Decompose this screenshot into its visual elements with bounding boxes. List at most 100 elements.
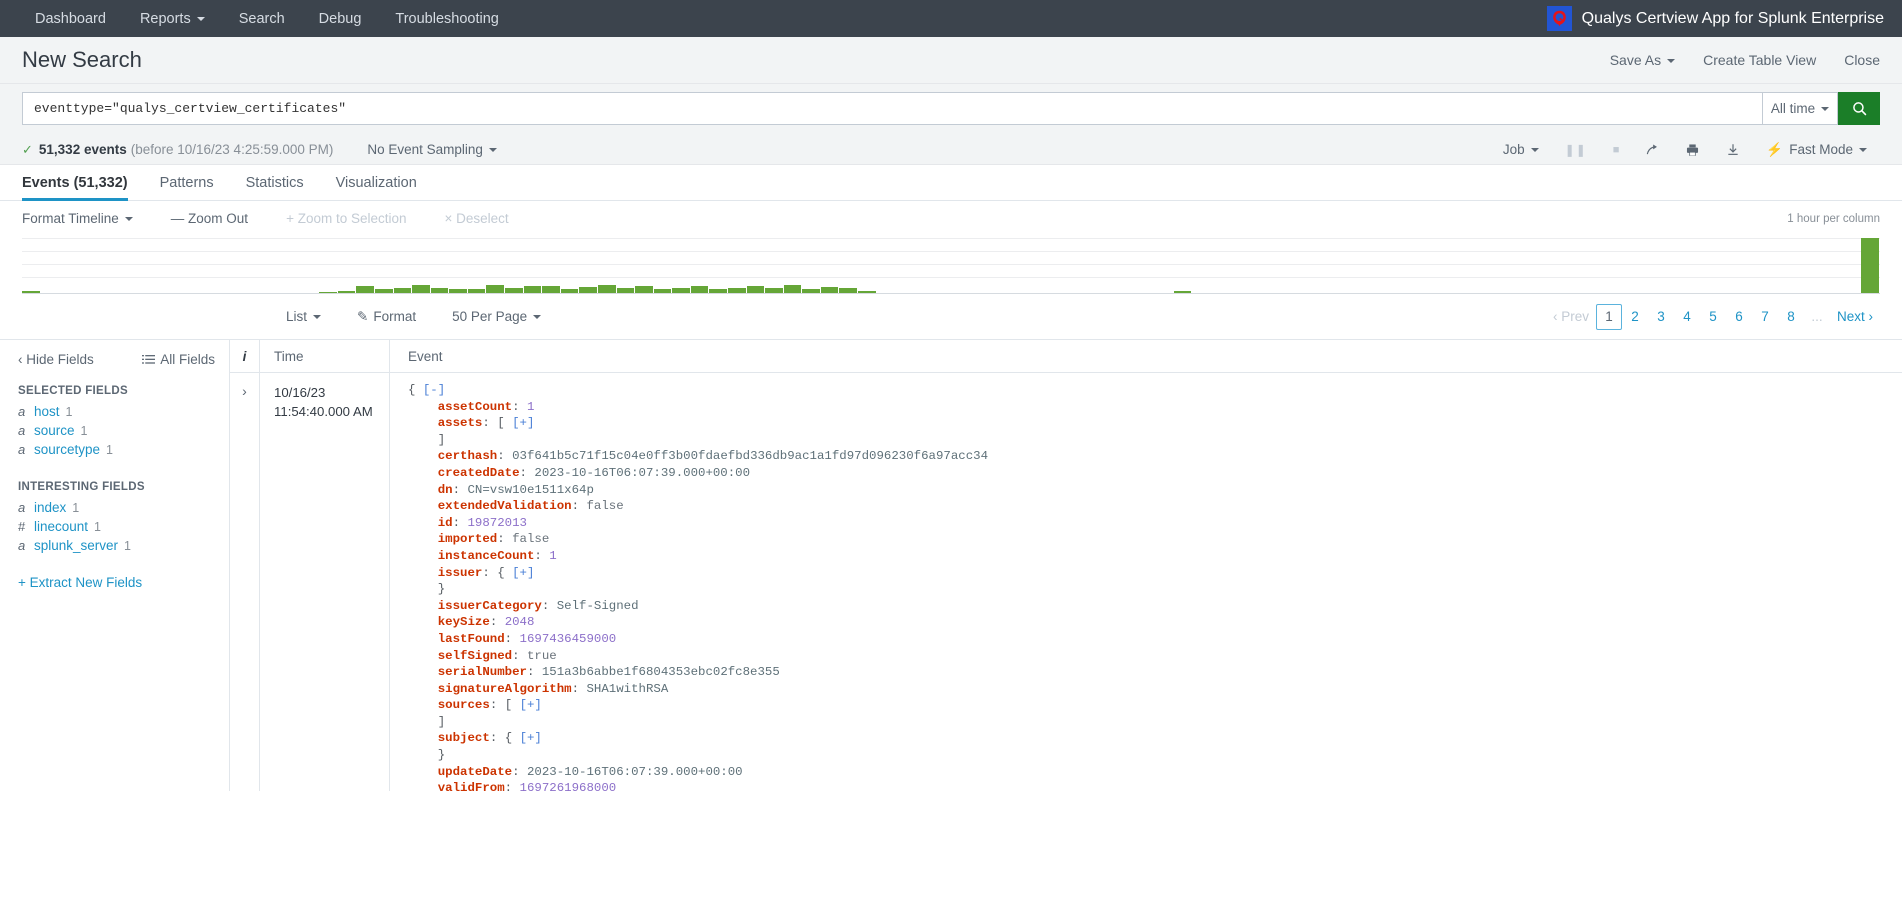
print-button[interactable] — [1672, 143, 1713, 157]
pagination-page-6[interactable]: 6 — [1726, 304, 1752, 330]
header-actions: Save As Create Table View Close — [1610, 52, 1880, 68]
nav-item-debug[interactable]: Debug — [302, 0, 379, 37]
stop-button[interactable]: ■ — [1600, 144, 1633, 156]
event-sampling-dropdown[interactable]: No Event Sampling — [367, 142, 497, 157]
timeline-bar[interactable] — [486, 285, 504, 293]
selected-field-sourcetype[interactable]: asourcetype1 — [0, 440, 229, 459]
time-range-picker[interactable]: All time — [1762, 92, 1838, 125]
json-expand-toggle[interactable]: [+] — [512, 416, 534, 430]
timeline-bar[interactable] — [802, 289, 820, 293]
timeline-bar[interactable] — [22, 291, 40, 293]
timeline-bar[interactable] — [617, 288, 635, 293]
timeline-bar[interactable] — [784, 285, 802, 293]
all-fields-button[interactable]: All Fields — [142, 352, 215, 367]
share-button[interactable] — [1632, 143, 1672, 157]
pencil-icon: ✎ — [357, 309, 368, 324]
timeline-bar[interactable] — [821, 287, 839, 293]
pagination-page-4[interactable]: 4 — [1674, 304, 1700, 330]
timeline-bar[interactable] — [468, 289, 486, 293]
pagination-ellipsis[interactable]: ... — [1804, 304, 1830, 330]
timeline-bar[interactable] — [765, 288, 783, 293]
json-key: signatureAlgorithm — [438, 682, 572, 696]
timeline-bar[interactable] — [709, 289, 727, 293]
pagination-page-5[interactable]: 5 — [1700, 304, 1726, 330]
json-line: sources: [ [+] — [408, 697, 1902, 714]
pagination-prev[interactable]: ‹ Prev — [1546, 304, 1596, 330]
timeline-bar[interactable] — [1861, 238, 1879, 293]
export-button[interactable] — [1713, 142, 1753, 157]
create-table-view-button[interactable]: Create Table View — [1703, 52, 1816, 68]
pause-button[interactable]: ❚❚ — [1552, 143, 1600, 157]
timeline-bar[interactable] — [431, 288, 449, 293]
nav-item-troubleshooting[interactable]: Troubleshooting — [378, 0, 515, 37]
pagination-page-2[interactable]: 2 — [1622, 304, 1648, 330]
timeline-bar[interactable] — [579, 287, 597, 293]
search-mode-dropdown[interactable]: ⚡Fast Mode — [1753, 142, 1880, 158]
json-key: serialNumber — [438, 665, 527, 679]
hide-fields-button[interactable]: ‹ Hide Fields — [18, 352, 94, 367]
close-button[interactable]: Close — [1844, 52, 1880, 68]
timeline-bar[interactable] — [728, 288, 746, 294]
timeline-bar[interactable] — [598, 285, 616, 293]
timeline-bar[interactable] — [839, 288, 857, 293]
search-query-input[interactable]: eventtype="qualys_certview_certificates" — [22, 92, 1762, 125]
format-button[interactable]: ✎Format — [357, 309, 416, 325]
tab-statistics[interactable]: Statistics — [246, 175, 320, 200]
pagination-next[interactable]: Next › — [1830, 304, 1880, 330]
timeline-bar[interactable] — [1174, 291, 1192, 293]
timeline-bar[interactable] — [635, 286, 653, 293]
nav-item-reports[interactable]: Reports — [123, 0, 222, 37]
pagination-page-1[interactable]: 1 — [1596, 304, 1622, 330]
pagination-page-3[interactable]: 3 — [1648, 304, 1674, 330]
json-value: 1 — [549, 549, 556, 563]
timeline-bar[interactable] — [356, 286, 374, 293]
zoom-to-selection-button[interactable]: + Zoom to Selection — [286, 211, 406, 226]
json-line: dn: CN=vsw10e1511x64p — [408, 482, 1902, 499]
zoom-out-button[interactable]: — Zoom Out — [171, 211, 248, 226]
job-dropdown[interactable]: Job — [1490, 142, 1552, 157]
timeline-bar[interactable] — [672, 288, 690, 293]
nav-item-dashboard[interactable]: Dashboard — [18, 0, 123, 37]
deselect-button[interactable]: × Deselect — [445, 211, 509, 226]
timeline-bar[interactable] — [561, 289, 579, 293]
tab-patterns[interactable]: Patterns — [160, 175, 230, 200]
chevron-right-icon[interactable]: › — [242, 384, 247, 791]
selected-field-source[interactable]: asource1 — [0, 421, 229, 440]
json-expand-toggle[interactable]: [+] — [512, 566, 534, 580]
json-expand-toggle[interactable]: [+] — [520, 698, 542, 712]
row-time: 11:54:40.000 AM — [274, 402, 389, 421]
interesting-field-splunk_server[interactable]: asplunk_server1 — [0, 536, 229, 555]
timeline-bar[interactable] — [338, 291, 356, 293]
selected-field-host[interactable]: ahost1 — [0, 402, 229, 421]
timeline-bar[interactable] — [319, 292, 337, 293]
run-search-button[interactable] — [1838, 92, 1880, 125]
timeline-bar[interactable] — [394, 288, 412, 293]
timeline-bar[interactable] — [524, 286, 542, 293]
interesting-field-linecount[interactable]: #linecount1 — [0, 517, 229, 536]
timeline-bar[interactable] — [412, 285, 430, 293]
json-expand-toggle[interactable]: [+] — [520, 731, 542, 745]
field-type-icon: a — [18, 538, 28, 553]
timeline-bar[interactable] — [858, 291, 876, 293]
timeline-bar[interactable] — [691, 286, 709, 293]
pagination-page-7[interactable]: 7 — [1752, 304, 1778, 330]
tab-events[interactable]: Events (51,332) — [22, 175, 144, 200]
save-as-button[interactable]: Save As — [1610, 52, 1675, 68]
timeline-bar[interactable] — [747, 286, 765, 293]
json-expand-toggle[interactable]: [-] — [423, 383, 445, 397]
tab-visualization[interactable]: Visualization — [336, 175, 433, 200]
format-timeline-dropdown[interactable]: Format Timeline — [22, 211, 133, 226]
per-page-dropdown[interactable]: 50 Per Page — [452, 309, 541, 324]
timeline-chart[interactable] — [22, 238, 1880, 293]
timeline-bar[interactable] — [654, 289, 672, 293]
list-view-dropdown[interactable]: List — [286, 309, 321, 324]
timeline-bar[interactable] — [505, 288, 523, 293]
interesting-field-index[interactable]: aindex1 — [0, 498, 229, 517]
extract-new-fields-button[interactable]: + Extract New Fields — [0, 555, 229, 590]
nav-item-search[interactable]: Search — [222, 0, 302, 37]
pagination-page-8[interactable]: 8 — [1778, 304, 1804, 330]
chevron-down-icon — [313, 315, 321, 319]
timeline-bar[interactable] — [375, 289, 393, 293]
timeline-bar[interactable] — [449, 289, 467, 293]
timeline-bar[interactable] — [542, 286, 560, 293]
